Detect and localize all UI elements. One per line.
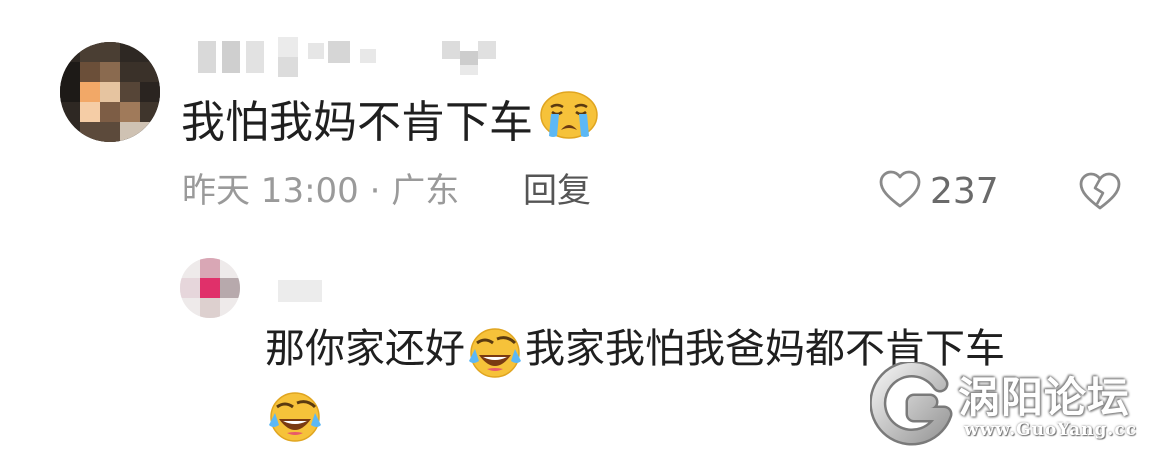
- reply-button[interactable]: 回复: [523, 166, 591, 216]
- heart-outline-icon: [878, 169, 922, 213]
- crying-face-icon: [539, 90, 599, 156]
- watermark-url: www.GuoYang.cc: [964, 420, 1138, 440]
- site-watermark: 涡阳论坛 www.GuoYang.cc: [870, 362, 1165, 454]
- dislike-button[interactable]: [1078, 171, 1122, 215]
- broken-heart-icon: [1078, 172, 1122, 215]
- commenter-avatar[interactable]: [60, 42, 160, 142]
- reply-text-part1: 那你家还好: [265, 326, 465, 372]
- like-count: 237: [930, 170, 999, 212]
- guoyang-logo-icon: [870, 362, 953, 446]
- comment-text: 我怕我妈不肯下车: [181, 97, 533, 148]
- commenter-username[interactable]: [198, 37, 508, 79]
- watermark-title: 涡阳论坛: [958, 373, 1131, 422]
- replier-avatar[interactable]: [180, 258, 240, 318]
- comment-body: 我怕我妈不肯下车: [181, 90, 599, 156]
- comment-meta: 昨天 13:00 · 广东: [182, 171, 460, 211]
- replier-username[interactable]: [278, 280, 322, 302]
- like-button[interactable]: 237: [878, 166, 999, 216]
- laughing-crying-face-icon: [467, 320, 523, 382]
- laughing-crying-face-icon: [267, 384, 323, 446]
